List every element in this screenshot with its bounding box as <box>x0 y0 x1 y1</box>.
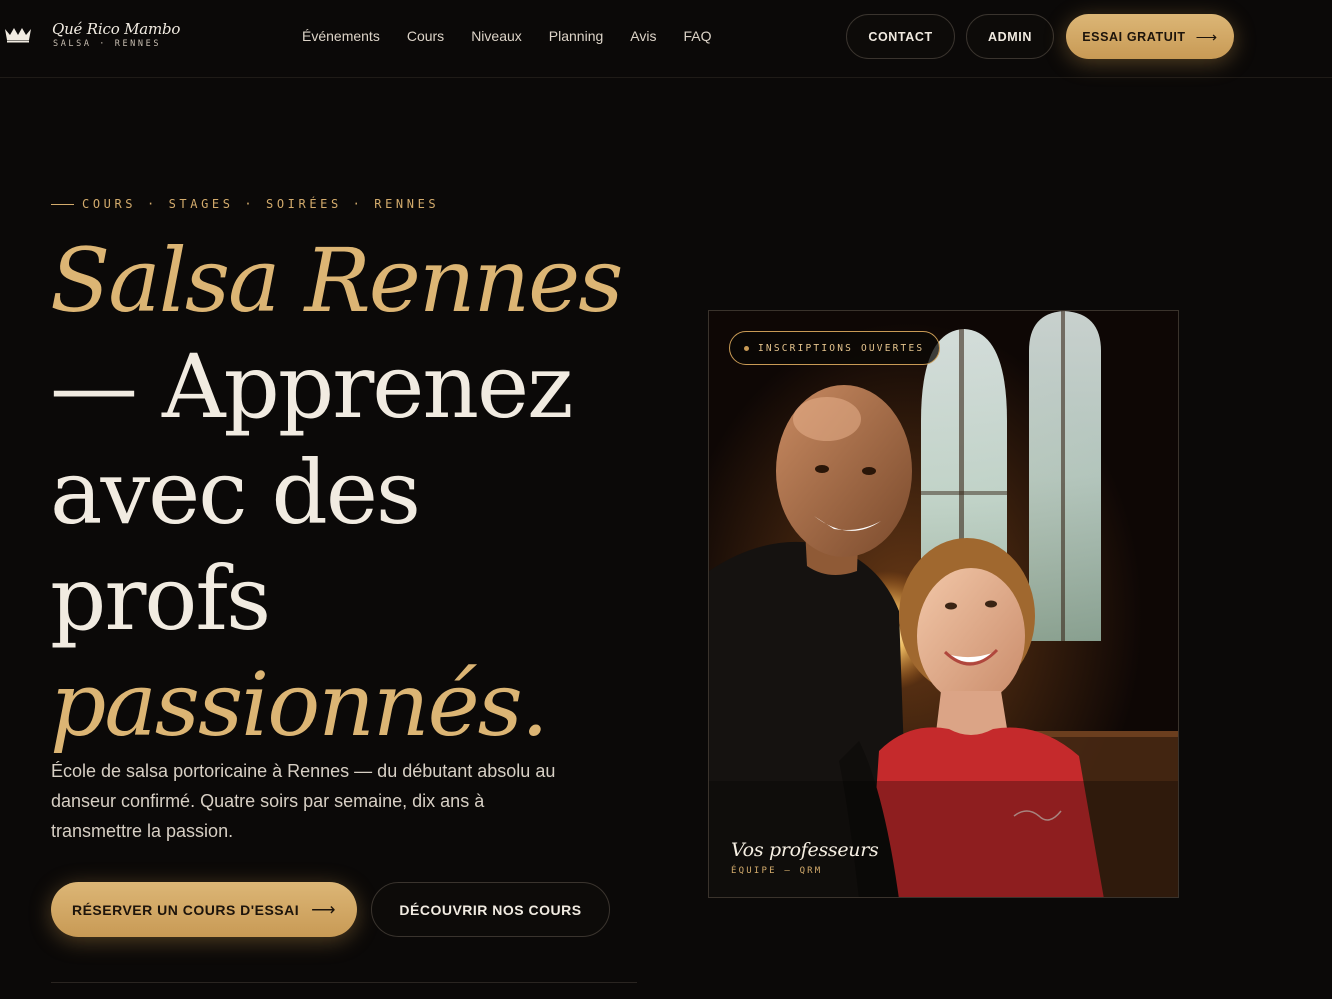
nav-item-faq[interactable]: FAQ <box>683 28 711 44</box>
headline-line-5: passionnés. <box>50 653 549 756</box>
hero-intro: École de salsa portoricaine à Rennes — d… <box>51 761 556 841</box>
discover-courses-button[interactable]: DÉCOUVRIR NOS COURS <box>371 882 610 937</box>
contact-button-label: CONTACT <box>868 29 933 44</box>
hero-eyebrow-text: COURS · STAGES · SOIRÉES · RENNES <box>82 197 440 211</box>
admin-button[interactable]: ADMIN <box>966 14 1054 59</box>
site-header: Qué Rico Mambo SALSA · RENNES Événements… <box>0 0 1332 78</box>
headline-line-2: — Apprenez <box>50 335 573 438</box>
headline-line-4: profs <box>50 547 271 650</box>
crown-logo-icon[interactable] <box>4 25 32 43</box>
enrollment-open-badge: INSCRIPTIONS OUVERTES <box>729 331 941 365</box>
discover-courses-button-label: DÉCOUVRIR NOS COURS <box>399 901 582 918</box>
book-trial-button-label: RÉSERVER UN COURS D'ESSAI <box>71 901 300 918</box>
hero-eyebrow: COURS · STAGES · SOIRÉES · RENNES <box>51 197 439 211</box>
main-nav: Événements Cours Niveaux Planning Avis F… <box>302 28 712 44</box>
brand-tagline: SALSA · RENNES <box>53 39 162 49</box>
arrow-right-icon: ⟶ <box>1195 28 1218 46</box>
nav-item-niveaux[interactable]: Niveaux <box>471 28 522 44</box>
admin-button-label: ADMIN <box>988 29 1032 44</box>
hero-headline: Salsa Rennes — Apprenez avec des profs p… <box>50 228 670 758</box>
headline-line-3: avec des <box>50 441 421 544</box>
free-trial-button-label: ESSAI GRATUIT <box>1082 29 1186 44</box>
photo-caption-sub: ÉQUIPE — QRM <box>731 866 823 876</box>
headline-line-1: Salsa Rennes <box>50 229 623 332</box>
eyebrow-dash <box>51 203 74 205</box>
teachers-photo <box>709 311 1178 897</box>
book-trial-button[interactable]: RÉSERVER UN COURS D'ESSAI ⟶ <box>51 882 357 937</box>
status-dot-icon <box>744 345 749 351</box>
nav-item-avis[interactable]: Avis <box>630 28 656 44</box>
nav-item-evenements[interactable]: Événements <box>302 28 380 44</box>
hero-divider <box>51 982 637 983</box>
brand-name[interactable]: Qué Rico Mambo <box>52 20 180 38</box>
nav-item-cours[interactable]: Cours <box>407 28 444 44</box>
contact-button[interactable]: CONTACT <box>846 14 955 59</box>
nav-item-planning[interactable]: Planning <box>549 28 604 44</box>
arrow-right-icon: ⟶ <box>311 899 337 919</box>
photo-caption: Vos professeurs <box>731 839 879 861</box>
free-trial-button[interactable]: ESSAI GRATUIT ⟶ <box>1066 14 1234 59</box>
badge-label: INSCRIPTIONS OUVERTES <box>758 342 925 354</box>
teachers-photo-card: INSCRIPTIONS OUVERTES Vos professeurs ÉQ… <box>708 310 1179 898</box>
